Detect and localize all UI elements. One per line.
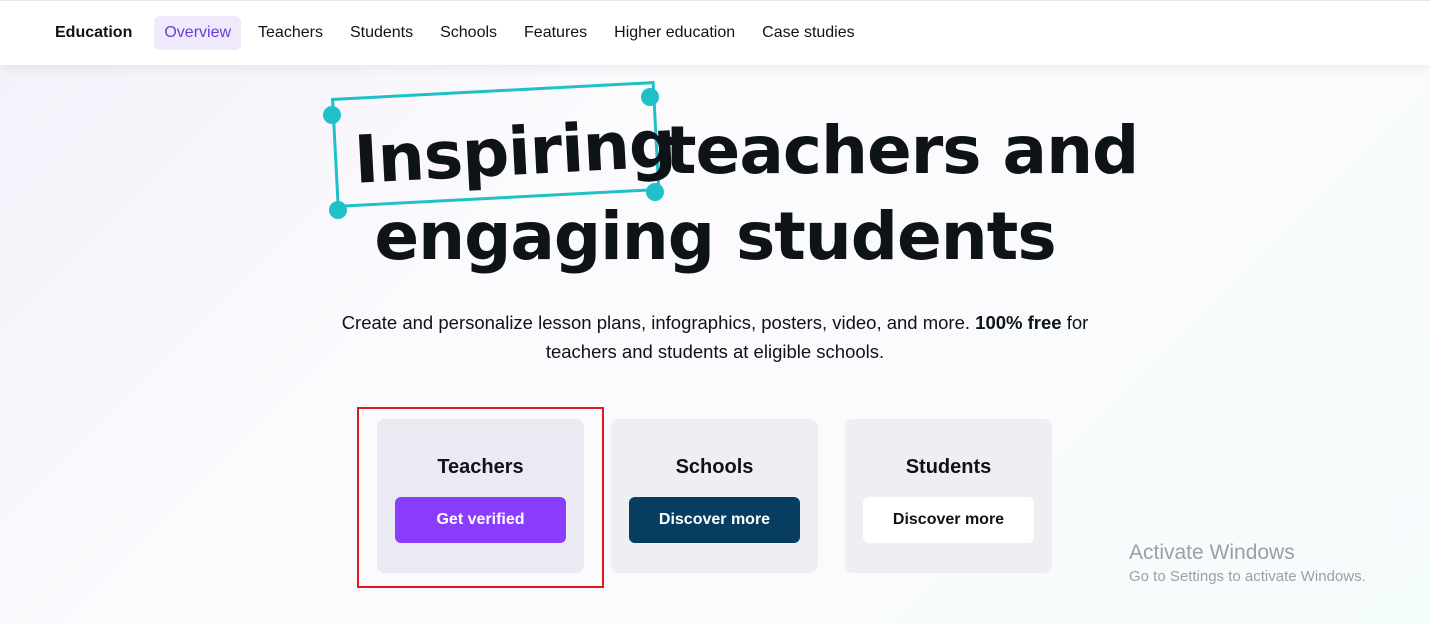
nav-item-overview[interactable]: Overview: [154, 16, 242, 50]
hero-title-line1: teachers and: [665, 112, 1139, 189]
top-navigation: Education Overview Teachers Students Sch…: [0, 0, 1430, 65]
card-title-students: Students: [905, 456, 992, 478]
nav-brand-education[interactable]: Education: [42, 16, 142, 50]
nav-item-features[interactable]: Features: [514, 16, 597, 50]
nav-item-case-studies[interactable]: Case studies: [752, 16, 865, 50]
windows-activation-watermark: Activate Windows Go to Settings to activ…: [1129, 540, 1366, 588]
selection-highlight-box: [357, 407, 604, 588]
nav-item-students[interactable]: Students: [340, 16, 423, 50]
card-title-schools: Schools: [675, 456, 754, 478]
card-students: Students Discover more: [845, 419, 1052, 573]
students-discover-more-button[interactable]: Discover more: [863, 497, 1034, 543]
nav-item-higher-education[interactable]: Higher education: [604, 16, 745, 50]
watermark-title: Activate Windows: [1129, 541, 1295, 564]
subtitle-free-emphasis: 100% free: [975, 312, 1062, 333]
nav-item-schools[interactable]: Schools: [430, 16, 507, 50]
hero-title: teachers and engaging students: [0, 108, 1430, 280]
schools-discover-more-button[interactable]: Discover more: [629, 497, 800, 543]
hero-title-line2: engaging students: [374, 198, 1056, 275]
card-schools: Schools Discover more: [611, 419, 818, 573]
subtitle-text-1: Create and personalize lesson plans, inf…: [341, 312, 971, 333]
watermark-subtitle: Go to Settings to activate Windows.: [1129, 568, 1366, 585]
nav-item-teachers[interactable]: Teachers: [248, 16, 333, 50]
hero-subtitle: Create and personalize lesson plans, inf…: [315, 308, 1115, 366]
